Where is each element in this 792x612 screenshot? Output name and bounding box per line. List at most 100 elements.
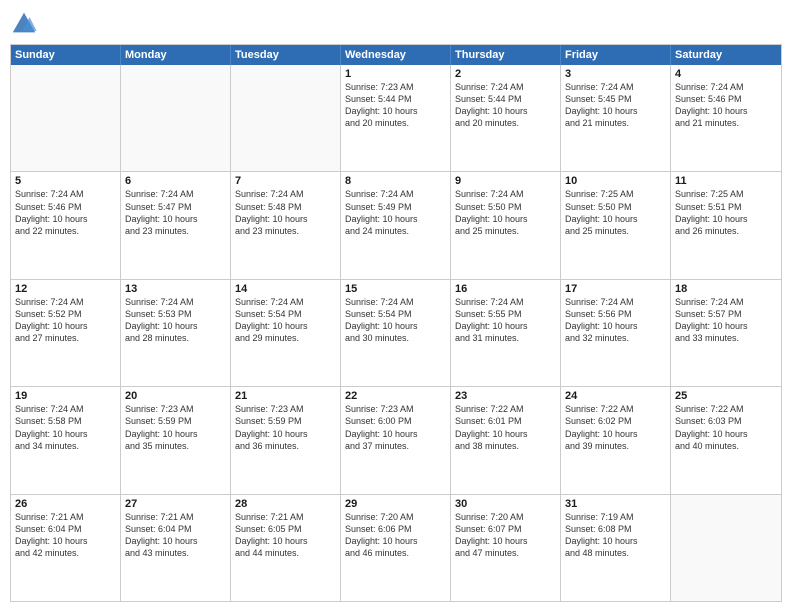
day-detail: Sunrise: 7:24 AM Sunset: 5:54 PM Dayligh… bbox=[345, 296, 446, 345]
day-detail: Sunrise: 7:24 AM Sunset: 5:58 PM Dayligh… bbox=[15, 403, 116, 452]
day-cell: 15Sunrise: 7:24 AM Sunset: 5:54 PM Dayli… bbox=[341, 280, 451, 386]
day-detail: Sunrise: 7:24 AM Sunset: 5:46 PM Dayligh… bbox=[15, 188, 116, 237]
day-detail: Sunrise: 7:23 AM Sunset: 5:59 PM Dayligh… bbox=[235, 403, 336, 452]
day-cell: 6Sunrise: 7:24 AM Sunset: 5:47 PM Daylig… bbox=[121, 172, 231, 278]
day-detail: Sunrise: 7:20 AM Sunset: 6:07 PM Dayligh… bbox=[455, 511, 556, 560]
day-number: 2 bbox=[455, 68, 556, 80]
day-number: 14 bbox=[235, 283, 336, 295]
day-detail: Sunrise: 7:24 AM Sunset: 5:57 PM Dayligh… bbox=[675, 296, 777, 345]
day-cell: 31Sunrise: 7:19 AM Sunset: 6:08 PM Dayli… bbox=[561, 495, 671, 601]
col-header-monday: Monday bbox=[121, 45, 231, 65]
day-cell: 17Sunrise: 7:24 AM Sunset: 5:56 PM Dayli… bbox=[561, 280, 671, 386]
day-detail: Sunrise: 7:19 AM Sunset: 6:08 PM Dayligh… bbox=[565, 511, 666, 560]
day-cell: 19Sunrise: 7:24 AM Sunset: 5:58 PM Dayli… bbox=[11, 387, 121, 493]
day-number: 11 bbox=[675, 175, 777, 187]
day-cell: 11Sunrise: 7:25 AM Sunset: 5:51 PM Dayli… bbox=[671, 172, 781, 278]
col-header-friday: Friday bbox=[561, 45, 671, 65]
day-cell bbox=[11, 65, 121, 171]
day-cell: 8Sunrise: 7:24 AM Sunset: 5:49 PM Daylig… bbox=[341, 172, 451, 278]
day-detail: Sunrise: 7:22 AM Sunset: 6:01 PM Dayligh… bbox=[455, 403, 556, 452]
day-cell: 10Sunrise: 7:25 AM Sunset: 5:50 PM Dayli… bbox=[561, 172, 671, 278]
day-number: 28 bbox=[235, 498, 336, 510]
day-cell: 3Sunrise: 7:24 AM Sunset: 5:45 PM Daylig… bbox=[561, 65, 671, 171]
day-number: 3 bbox=[565, 68, 666, 80]
day-cell: 27Sunrise: 7:21 AM Sunset: 6:04 PM Dayli… bbox=[121, 495, 231, 601]
col-header-thursday: Thursday bbox=[451, 45, 561, 65]
day-number: 23 bbox=[455, 390, 556, 402]
day-cell: 24Sunrise: 7:22 AM Sunset: 6:02 PM Dayli… bbox=[561, 387, 671, 493]
day-detail: Sunrise: 7:24 AM Sunset: 5:54 PM Dayligh… bbox=[235, 296, 336, 345]
col-header-wednesday: Wednesday bbox=[341, 45, 451, 65]
day-number: 6 bbox=[125, 175, 226, 187]
day-cell: 29Sunrise: 7:20 AM Sunset: 6:06 PM Dayli… bbox=[341, 495, 451, 601]
day-detail: Sunrise: 7:23 AM Sunset: 5:59 PM Dayligh… bbox=[125, 403, 226, 452]
day-cell: 5Sunrise: 7:24 AM Sunset: 5:46 PM Daylig… bbox=[11, 172, 121, 278]
day-detail: Sunrise: 7:24 AM Sunset: 5:48 PM Dayligh… bbox=[235, 188, 336, 237]
day-detail: Sunrise: 7:25 AM Sunset: 5:51 PM Dayligh… bbox=[675, 188, 777, 237]
day-number: 24 bbox=[565, 390, 666, 402]
day-number: 22 bbox=[345, 390, 446, 402]
logo-icon bbox=[10, 10, 38, 38]
day-detail: Sunrise: 7:24 AM Sunset: 5:49 PM Dayligh… bbox=[345, 188, 446, 237]
day-detail: Sunrise: 7:21 AM Sunset: 6:05 PM Dayligh… bbox=[235, 511, 336, 560]
day-cell: 1Sunrise: 7:23 AM Sunset: 5:44 PM Daylig… bbox=[341, 65, 451, 171]
col-header-tuesday: Tuesday bbox=[231, 45, 341, 65]
day-number: 4 bbox=[675, 68, 777, 80]
day-detail: Sunrise: 7:24 AM Sunset: 5:45 PM Dayligh… bbox=[565, 81, 666, 130]
day-number: 7 bbox=[235, 175, 336, 187]
day-number: 18 bbox=[675, 283, 777, 295]
week-row: 19Sunrise: 7:24 AM Sunset: 5:58 PM Dayli… bbox=[11, 386, 781, 493]
day-number: 9 bbox=[455, 175, 556, 187]
day-number: 20 bbox=[125, 390, 226, 402]
day-number: 16 bbox=[455, 283, 556, 295]
day-detail: Sunrise: 7:24 AM Sunset: 5:47 PM Dayligh… bbox=[125, 188, 226, 237]
header bbox=[10, 10, 782, 38]
day-detail: Sunrise: 7:24 AM Sunset: 5:53 PM Dayligh… bbox=[125, 296, 226, 345]
day-cell bbox=[231, 65, 341, 171]
day-cell bbox=[121, 65, 231, 171]
weeks: 1Sunrise: 7:23 AM Sunset: 5:44 PM Daylig… bbox=[11, 65, 781, 601]
day-cell: 30Sunrise: 7:20 AM Sunset: 6:07 PM Dayli… bbox=[451, 495, 561, 601]
day-number: 1 bbox=[345, 68, 446, 80]
day-cell: 2Sunrise: 7:24 AM Sunset: 5:44 PM Daylig… bbox=[451, 65, 561, 171]
day-cell: 9Sunrise: 7:24 AM Sunset: 5:50 PM Daylig… bbox=[451, 172, 561, 278]
day-number: 15 bbox=[345, 283, 446, 295]
day-cell: 7Sunrise: 7:24 AM Sunset: 5:48 PM Daylig… bbox=[231, 172, 341, 278]
day-detail: Sunrise: 7:24 AM Sunset: 5:44 PM Dayligh… bbox=[455, 81, 556, 130]
logo bbox=[10, 10, 42, 38]
day-number: 19 bbox=[15, 390, 116, 402]
page: SundayMondayTuesdayWednesdayThursdayFrid… bbox=[0, 0, 792, 612]
day-cell bbox=[671, 495, 781, 601]
day-detail: Sunrise: 7:22 AM Sunset: 6:03 PM Dayligh… bbox=[675, 403, 777, 452]
day-detail: Sunrise: 7:23 AM Sunset: 6:00 PM Dayligh… bbox=[345, 403, 446, 452]
day-number: 29 bbox=[345, 498, 446, 510]
col-header-saturday: Saturday bbox=[671, 45, 781, 65]
day-number: 31 bbox=[565, 498, 666, 510]
day-number: 26 bbox=[15, 498, 116, 510]
calendar: SundayMondayTuesdayWednesdayThursdayFrid… bbox=[10, 44, 782, 602]
day-detail: Sunrise: 7:24 AM Sunset: 5:52 PM Dayligh… bbox=[15, 296, 116, 345]
week-row: 12Sunrise: 7:24 AM Sunset: 5:52 PM Dayli… bbox=[11, 279, 781, 386]
day-detail: Sunrise: 7:24 AM Sunset: 5:46 PM Dayligh… bbox=[675, 81, 777, 130]
day-detail: Sunrise: 7:24 AM Sunset: 5:56 PM Dayligh… bbox=[565, 296, 666, 345]
day-cell: 21Sunrise: 7:23 AM Sunset: 5:59 PM Dayli… bbox=[231, 387, 341, 493]
day-number: 17 bbox=[565, 283, 666, 295]
day-detail: Sunrise: 7:23 AM Sunset: 5:44 PM Dayligh… bbox=[345, 81, 446, 130]
day-detail: Sunrise: 7:21 AM Sunset: 6:04 PM Dayligh… bbox=[125, 511, 226, 560]
day-cell: 18Sunrise: 7:24 AM Sunset: 5:57 PM Dayli… bbox=[671, 280, 781, 386]
day-number: 30 bbox=[455, 498, 556, 510]
day-cell: 14Sunrise: 7:24 AM Sunset: 5:54 PM Dayli… bbox=[231, 280, 341, 386]
day-detail: Sunrise: 7:20 AM Sunset: 6:06 PM Dayligh… bbox=[345, 511, 446, 560]
day-number: 5 bbox=[15, 175, 116, 187]
day-number: 12 bbox=[15, 283, 116, 295]
col-header-sunday: Sunday bbox=[11, 45, 121, 65]
day-number: 25 bbox=[675, 390, 777, 402]
day-number: 13 bbox=[125, 283, 226, 295]
day-cell: 23Sunrise: 7:22 AM Sunset: 6:01 PM Dayli… bbox=[451, 387, 561, 493]
day-cell: 26Sunrise: 7:21 AM Sunset: 6:04 PM Dayli… bbox=[11, 495, 121, 601]
day-cell: 4Sunrise: 7:24 AM Sunset: 5:46 PM Daylig… bbox=[671, 65, 781, 171]
column-headers: SundayMondayTuesdayWednesdayThursdayFrid… bbox=[11, 45, 781, 65]
week-row: 26 Sunrise: 7:21 AM Sunset: 6:04 PM Dayli… bbox=[11, 494, 781, 601]
day-detail: Sunrise: 7:24 AM Sunset: 5:50 PM Dayligh… bbox=[455, 188, 556, 237]
day-number: 10 bbox=[565, 175, 666, 187]
